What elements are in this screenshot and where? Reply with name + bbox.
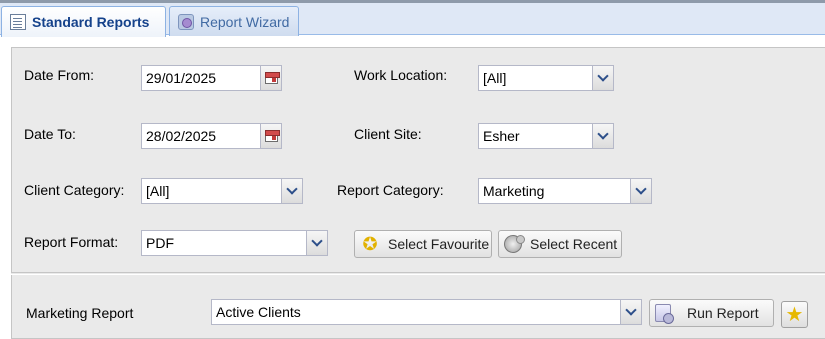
date-to-label: Date To: bbox=[24, 126, 76, 142]
recent-icon bbox=[504, 235, 525, 253]
work-location-label: Work Location: bbox=[354, 67, 448, 83]
tab-label: Report Wizard bbox=[200, 13, 290, 30]
run-report-button[interactable]: Run Report bbox=[649, 299, 774, 327]
report-format-dropdown-button[interactable] bbox=[306, 230, 328, 256]
report-format-select[interactable]: PDF bbox=[141, 230, 328, 256]
client-site-select[interactable]: Esher bbox=[478, 123, 614, 149]
report-format-label: Report Format: bbox=[24, 234, 119, 250]
report-category-label: Report Category: bbox=[337, 182, 444, 198]
star-icon: ✪ bbox=[362, 234, 378, 254]
chevron-down-icon bbox=[597, 128, 609, 140]
date-from-label: Date From: bbox=[24, 67, 95, 83]
date-from-picker-button[interactable] bbox=[260, 65, 282, 91]
add-favourite-button[interactable]: ★ bbox=[781, 301, 808, 328]
chevron-down-icon bbox=[311, 235, 323, 247]
report-list-icon bbox=[10, 14, 26, 30]
tab-bar: Standard Reports Report Wizard bbox=[0, 3, 825, 37]
report-category-select[interactable]: Marketing bbox=[478, 178, 652, 204]
client-category-dropdown-button[interactable] bbox=[281, 178, 303, 204]
select-favourite-button[interactable]: ✪ Select Favourite bbox=[354, 230, 492, 258]
client-category-select[interactable]: [All] bbox=[141, 178, 303, 204]
report-category-dropdown-button[interactable] bbox=[630, 178, 652, 204]
star-icon: ★ bbox=[785, 303, 804, 326]
calendar-icon bbox=[264, 72, 280, 84]
wizard-icon bbox=[178, 13, 194, 30]
tab-label: Standard Reports bbox=[32, 14, 150, 30]
client-category-label: Client Category: bbox=[24, 182, 125, 198]
chevron-down-icon bbox=[286, 183, 298, 195]
work-location-dropdown-button[interactable] bbox=[592, 65, 614, 91]
marketing-report-label: Marketing Report bbox=[26, 305, 134, 321]
date-to-field[interactable]: 28/02/2025 bbox=[141, 123, 282, 149]
section-divider bbox=[11, 272, 825, 275]
marketing-report-dropdown-button[interactable] bbox=[620, 299, 642, 325]
chevron-down-icon bbox=[635, 183, 647, 195]
date-to-picker-button[interactable] bbox=[260, 123, 282, 149]
calendar-icon bbox=[264, 130, 280, 142]
client-site-dropdown-button[interactable] bbox=[592, 123, 614, 149]
tab-standard-reports[interactable]: Standard Reports bbox=[1, 6, 166, 37]
run-report-icon bbox=[655, 304, 674, 324]
date-from-field[interactable]: 29/01/2025 bbox=[141, 65, 282, 91]
tab-report-wizard[interactable]: Report Wizard bbox=[169, 6, 299, 36]
chevron-down-icon bbox=[625, 304, 637, 316]
work-location-select[interactable]: [All] bbox=[478, 65, 614, 91]
client-site-label: Client Site: bbox=[354, 126, 422, 142]
marketing-report-select[interactable]: Active Clients bbox=[211, 299, 642, 325]
select-recent-button[interactable]: Select Recent bbox=[498, 230, 622, 258]
chevron-down-icon bbox=[597, 70, 609, 82]
